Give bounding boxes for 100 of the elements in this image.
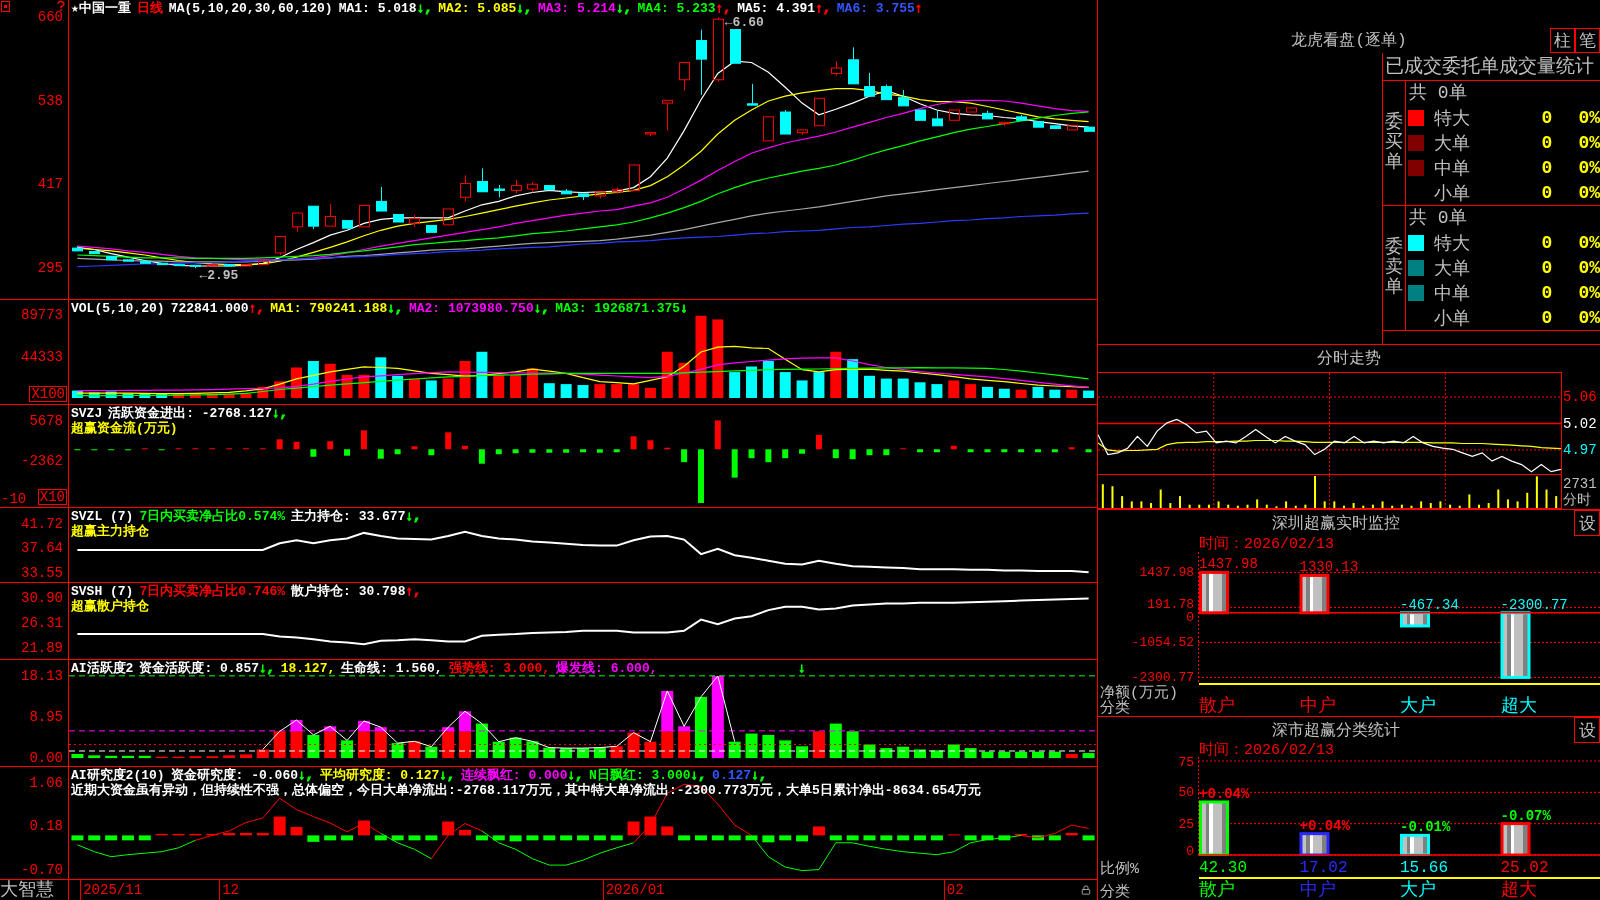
axis-tick-label: 8.95 [29,710,63,725]
axis-tick-label: 26.31 [21,616,63,631]
legend-text: 18.127, [280,661,336,676]
legend-text: 活跃资金进出: -2768.127 [108,406,273,421]
legend-text: 强势线: 3.000, [448,661,551,676]
axis-tick-label: 1.06 [29,775,63,790]
axis-tick-label: 5.06 [1563,390,1597,405]
axis-tick-label: -0.70 [21,863,63,878]
legend-text: 7日内买卖净占比0.574% [139,509,286,524]
legend-text: VOL(5,10,20) [71,301,165,316]
count-value: 0 [1541,257,1553,278]
axis-tick-label: 21.89 [21,641,63,656]
order-type-label: 大单 [1434,132,1470,155]
time-label: 分时 [1563,493,1591,507]
panel-title: 龙虎看盘(逐单) [1291,31,1407,51]
count-value: 0 [1541,107,1553,128]
axis-tick-label: 0 [1186,610,1194,624]
axis-tick-label: 50 [1178,785,1194,799]
axis-tick-label: 0.00 [29,751,63,766]
axis-tick-label: 33.55 [21,566,63,581]
legend-text: MA6: 3.755 [836,1,915,16]
axis-tick-label: 75 [1178,755,1194,769]
trend-arrow: ↑, [405,584,422,599]
axis-tick-label: 5678 [29,414,63,428]
trend-arrow: ↓, [416,1,433,16]
legend-text: MA3: 1926871.375 [555,301,681,316]
legend-text: 资金研究度: -0.060 [170,768,299,783]
share-value: 0% [1578,257,1600,278]
axis-tick-label: 89773 [21,308,63,322]
trend-arrow: ↑, [815,1,831,16]
legend-text: 资金活跃度: 0.857 [139,661,259,676]
axis-tick-label: 44333 [21,350,63,364]
price-annotation: ←6.60 [724,16,764,30]
date-label: 2025/11 [80,880,143,900]
order-type-label: 特大 [1434,107,1470,130]
legend-text: MA1: 790241.188 [270,301,388,316]
order-type-label: 特大 [1434,232,1470,255]
legend-text: 连续飘红: 0.000 [460,768,568,783]
legend-text: 超赢资金流(万元) [71,421,178,436]
side-label: 委卖单 [1385,238,1403,298]
share-value: 0% [1578,107,1600,128]
legend-text: MA2: 5.085 [438,1,517,16]
axis-tick-label: -10 [1,492,27,506]
share-value: 0% [1578,282,1600,303]
count-value: 0 [1541,182,1553,203]
count-value: 0 [1541,132,1553,153]
legend-text: AI活跃度2 [71,661,134,676]
value-label: 1437.98 [1199,556,1258,573]
category-label: 中户 [1298,696,1336,716]
legend-text: MA2: 1073980.750 [408,301,534,316]
legend-text: 爆发线: 6.000, [556,661,658,676]
trend-arrow: ↓, [751,768,767,783]
legend-text: SVZJ [71,406,103,421]
axis-tick-label: 0.18 [29,819,63,834]
axis-tick-label: 0 [1186,844,1194,858]
timestamp-label: 时间：2026/02/13 [1199,536,1334,552]
date-label: 02 [943,880,964,900]
legend-text: 7日内买卖净占比0.746% [139,584,286,599]
axis-tick-label: 538 [37,94,63,109]
value-label: 1330.13 [1299,559,1359,576]
order-type-label: 中单 [1434,282,1470,305]
trend-arrow: ↓, [272,406,288,421]
legend-text: N日飘红: 3.000 [589,768,691,783]
legend-text: MA1: 5.018 [338,1,417,16]
count-value: 0 [1541,232,1553,253]
axis-tick-label: 5.02 [1563,416,1597,431]
total-label: 共 0单 [1408,207,1467,230]
legend-text: 生命线: 1.560, [341,661,443,676]
category-label: 大户 [1399,880,1436,900]
value-label: 25.02 [1499,859,1549,877]
volume-label: 2731 [1563,477,1597,491]
axis-tick-label: -2362 [21,454,63,468]
category-label: 散户 [1198,880,1235,900]
trend-arrow: ↓, [690,768,707,783]
value-label: 17.02 [1298,859,1348,877]
axis-tick-label: 1437.98 [1139,565,1194,579]
panel-title: 深圳超赢实时监控 [1272,513,1400,534]
side-label: 委买单 [1385,113,1403,173]
axis-tick-label: 295 [37,261,63,276]
change-label: -0.07% [1500,807,1551,824]
change-label: -0.01% [1400,819,1451,836]
order-type-label: 大单 [1434,257,1470,280]
count-value: 0 [1541,307,1553,328]
legend-text: SVZL (7) [71,509,134,524]
trend-arrow: ↓, [533,301,550,316]
order-type-label: 小单 [1434,307,1470,330]
category-label: 超大 [1499,880,1537,900]
count-value: 0 [1541,157,1553,178]
category-label: 中户 [1298,880,1336,900]
legend-text: MA(5,10,20,30,60,120) [168,1,333,16]
trend-arrow: ↓, [439,768,455,783]
change-label: +0.04% [1299,817,1350,834]
trend-arrow: ↑, [715,1,732,16]
legend-text: 超赢散户持仓 [71,599,149,614]
app-name: 大智慧 [0,880,54,900]
trend-arrow: ↓, [405,509,422,524]
order-type-label: 小单 [1434,182,1470,205]
legend-text: 主力持仓: 33.677 [291,509,406,524]
value-label: -2300.77 [1500,596,1568,613]
legend-text: 日线 [136,1,163,16]
